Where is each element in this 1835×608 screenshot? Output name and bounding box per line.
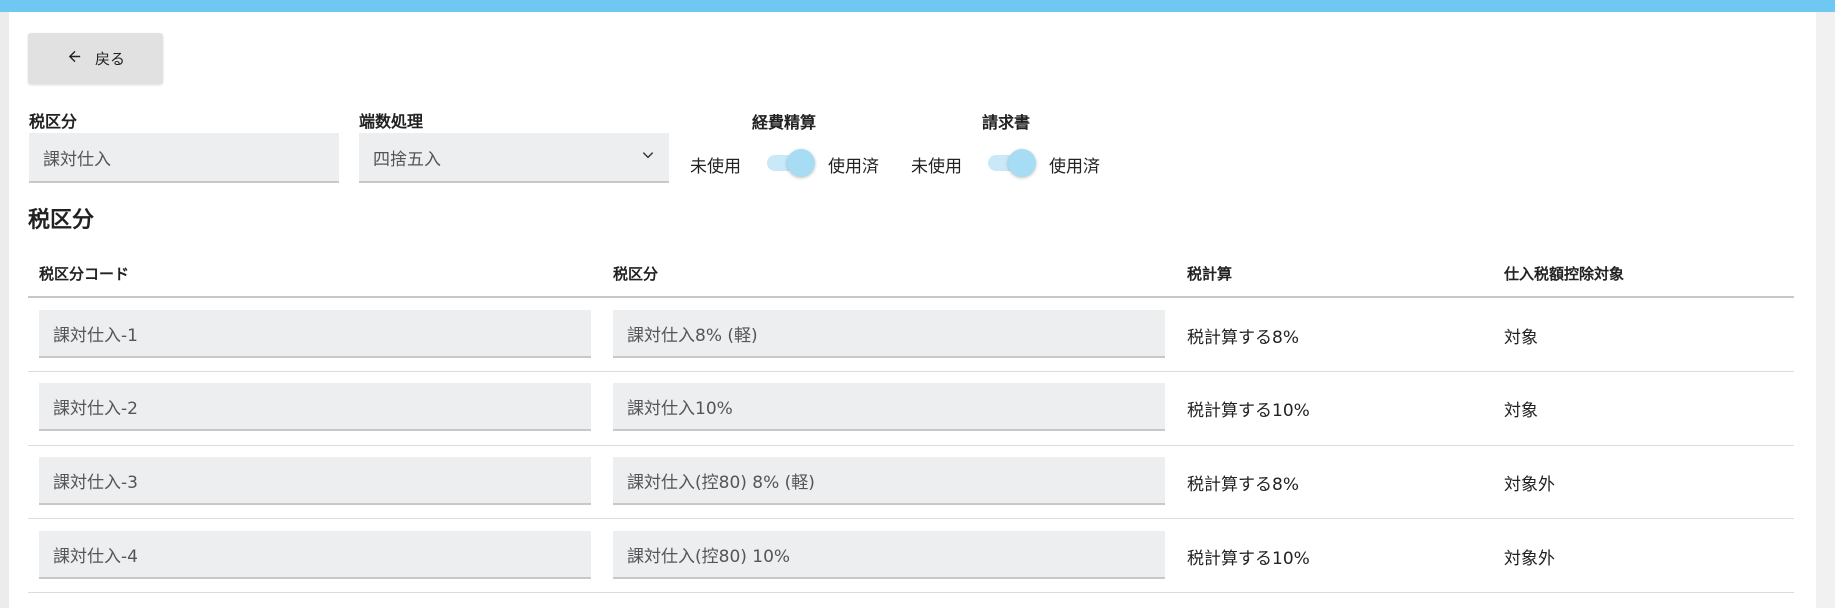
rounding-label: 端数処理 xyxy=(359,112,424,131)
column-header-category: 税区分 xyxy=(613,265,659,283)
row-calc: 税計算する8% xyxy=(1187,328,1299,348)
expense-settlement-toggle[interactable] xyxy=(767,148,815,177)
tax-category-label: 税区分 xyxy=(29,112,78,131)
row-deductible: 対象外 xyxy=(1504,475,1555,495)
row-divider xyxy=(28,592,1794,593)
arrow-left-icon xyxy=(66,48,83,69)
expense-settlement-off-label: 未使用 xyxy=(690,157,741,177)
invoice-label: 請求書 xyxy=(982,113,1031,132)
row-deductible: 対象 xyxy=(1504,328,1538,348)
page-scrollbar[interactable] xyxy=(1816,12,1835,608)
back-button[interactable]: 戻る xyxy=(28,33,163,84)
row-calc: 税計算する8% xyxy=(1187,475,1299,495)
row-deductible: 対象外 xyxy=(1504,549,1555,569)
row-code-field[interactable]: 課対仕入-4 xyxy=(39,531,591,579)
back-button-label: 戻る xyxy=(94,51,125,68)
table-header-divider xyxy=(28,296,1794,298)
toggle-knob xyxy=(787,149,815,177)
column-header-deductible: 仕入税額控除対象 xyxy=(1504,265,1625,283)
tax-category-field[interactable]: 課対仕入 xyxy=(29,133,339,183)
row-calc: 税計算する10% xyxy=(1187,401,1310,421)
row-divider xyxy=(28,518,1794,519)
row-category-field[interactable]: 課対仕入(控80) 10% xyxy=(613,531,1165,579)
chevron-down-icon xyxy=(641,147,655,167)
row-code-field[interactable]: 課対仕入-3 xyxy=(39,457,591,505)
expense-settlement-label: 経費精算 xyxy=(752,113,817,132)
toggle-knob xyxy=(1008,149,1036,177)
column-header-code: 税区分コード xyxy=(39,265,130,283)
row-category-field[interactable]: 課対仕入(控80) 8% (軽) xyxy=(613,457,1165,505)
row-divider xyxy=(28,445,1794,446)
row-deductible: 対象 xyxy=(1504,401,1538,421)
row-category-field[interactable]: 課対仕入8% (軽) xyxy=(613,310,1165,358)
tax-table-title: 税区分 xyxy=(28,208,95,233)
invoice-off-label: 未使用 xyxy=(911,157,962,177)
row-category-field[interactable]: 課対仕入10% xyxy=(613,383,1165,431)
invoice-toggle[interactable] xyxy=(988,148,1036,177)
row-code-field[interactable]: 課対仕入-1 xyxy=(39,310,591,358)
column-header-calc: 税計算 xyxy=(1187,265,1233,283)
expense-settlement-on-label: 使用済 xyxy=(828,157,879,177)
row-divider xyxy=(28,371,1794,372)
top-accent-bar xyxy=(0,0,1835,12)
rounding-select-value: 四捨五入 xyxy=(373,149,441,170)
row-code-field[interactable]: 課対仕入-2 xyxy=(39,383,591,431)
rounding-select[interactable]: 四捨五入 xyxy=(359,133,669,183)
row-calc: 税計算する10% xyxy=(1187,549,1310,569)
invoice-on-label: 使用済 xyxy=(1049,157,1100,177)
